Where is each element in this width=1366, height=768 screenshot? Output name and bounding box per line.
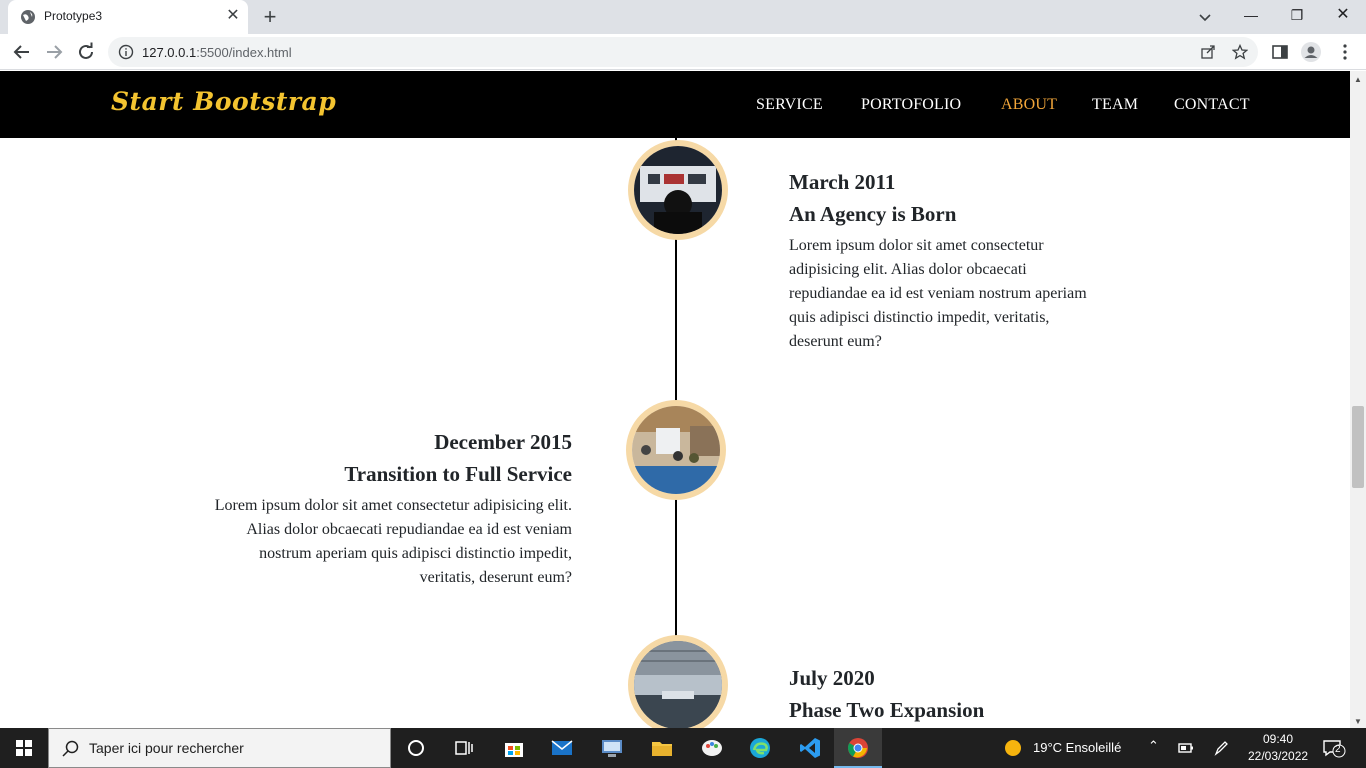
vscode-icon [800,738,820,758]
sun-weather-icon[interactable] [1004,739,1022,762]
timeline-date: July 2020 [789,666,875,690]
scroll-down-arrow-icon[interactable]: ▼ [1354,717,1362,726]
url-text: 127.0.0.1:5500/index.html [142,45,292,60]
screen: Prototype3 ✕ + — ❐ ✕ 127.0.0.1:5500/inde… [0,0,1366,768]
notification-center-icon[interactable] [1322,738,1346,763]
profile-avatar-icon[interactable] [1301,42,1321,62]
taskbar-app-edge[interactable] [736,728,784,768]
scroll-up-arrow-icon[interactable]: ▲ [1354,75,1362,84]
close-window-button[interactable]: ✕ [1320,0,1366,30]
nav-link-about[interactable]: ABOUT [1001,96,1057,114]
info-icon[interactable] [118,44,134,60]
notification-count: 2 [1335,744,1341,755]
timeline-text: Lorem ipsum dolor sit amet consectetur a… [214,497,572,586]
side-panel-icon[interactable] [1270,42,1290,62]
timeline-image-3 [628,635,728,728]
task-view-button[interactable] [440,728,488,768]
share-icon[interactable] [1200,44,1216,60]
remote-desktop-icon [602,740,622,757]
tray-chevron-up-icon[interactable]: ⌃ [1148,738,1159,754]
taskbar-app-paint[interactable] [688,728,736,768]
taskbar-app-chrome[interactable] [834,728,882,768]
clock-date: 22/03/2022 [1248,749,1309,763]
timeline-text: Lorem ipsum dolor sit amet consectetur a… [789,237,1087,350]
browser-toolbar: 127.0.0.1:5500/index.html [0,34,1366,70]
timeline-heading: An Agency is Born [789,202,957,226]
tab-title: Prototype3 [44,9,103,23]
site-navbar: Start Bootstrap SERVICE PORTOFOLIO ABOUT… [0,71,1350,138]
restore-button[interactable]: ❐ [1274,0,1320,30]
taskbar-search-input[interactable]: Taper ici pour rechercher [48,728,391,768]
paint-palette-icon [702,740,722,756]
search-placeholder: Taper ici pour rechercher [89,740,244,756]
cortana-circle-icon [408,740,424,756]
taskbar-app-vscode[interactable] [786,728,834,768]
taskbar-app-file-explorer[interactable] [638,728,686,768]
windows-logo-icon [16,740,32,756]
timeline-heading: Transition to Full Service [344,462,572,486]
close-tab-icon[interactable]: ✕ [224,7,242,25]
cortana-button[interactable] [392,728,440,768]
taskbar-app-remote-desktop[interactable] [588,728,636,768]
timeline-image-1 [628,140,728,240]
pen-icon[interactable] [1212,739,1230,762]
windows-taskbar: Taper ici pour rechercher 19°C Ensoleill… [0,728,1366,768]
weather-text[interactable]: 19°C Ensoleillé [1033,740,1121,755]
bookmark-star-icon[interactable] [1231,43,1249,60]
back-icon[interactable] [10,40,34,64]
address-bar[interactable]: 127.0.0.1:5500/index.html [108,37,1258,67]
brand-logo[interactable]: Start Bootstrap [111,87,336,116]
nav-link-team[interactable]: TEAM [1092,96,1138,114]
menu-kebab-icon[interactable] [1335,42,1355,62]
nav-link-service[interactable]: SERVICE [756,96,823,114]
timeline-heading: Phase Two Expansion [789,698,985,722]
taskbar-clock[interactable]: 09:40 22/03/2022 [1248,731,1308,765]
edge-icon [750,738,770,758]
start-button[interactable] [0,728,48,768]
browser-tabstrip: Prototype3 ✕ + — ❐ ✕ [0,0,1366,34]
taskbar-app-store[interactable] [490,728,538,768]
forward-icon[interactable] [42,40,66,64]
about-timeline: March 2011 An Agency is Born Lorem ipsum… [0,138,1350,728]
timeline-date: December 2015 [434,430,572,454]
search-icon [61,739,81,764]
battery-icon[interactable] [1177,739,1195,762]
nav-link-contact[interactable]: CONTACT [1174,96,1250,114]
taskbar-app-mail[interactable] [538,728,586,768]
new-tab-button[interactable]: + [258,5,282,29]
nav-link-portofolio[interactable]: PORTOFOLIO [861,96,961,114]
minimize-button[interactable]: — [1228,0,1274,30]
globe-icon [20,9,36,25]
chrome-icon [848,738,868,758]
clock-time: 09:40 [1262,732,1294,746]
scrollbar-thumb[interactable] [1352,406,1364,488]
folder-icon [652,742,672,756]
reload-icon[interactable] [74,40,98,64]
timeline-date: March 2011 [789,170,896,194]
task-view-icon [455,741,473,755]
timeline-image-2 [626,400,726,500]
browser-tab[interactable]: Prototype3 ✕ [8,0,248,34]
tab-search-icon[interactable] [1194,6,1216,28]
store-icon [505,743,523,757]
page-scrollbar[interactable]: ▲ ▼ [1350,71,1366,728]
mail-icon [551,740,573,755]
